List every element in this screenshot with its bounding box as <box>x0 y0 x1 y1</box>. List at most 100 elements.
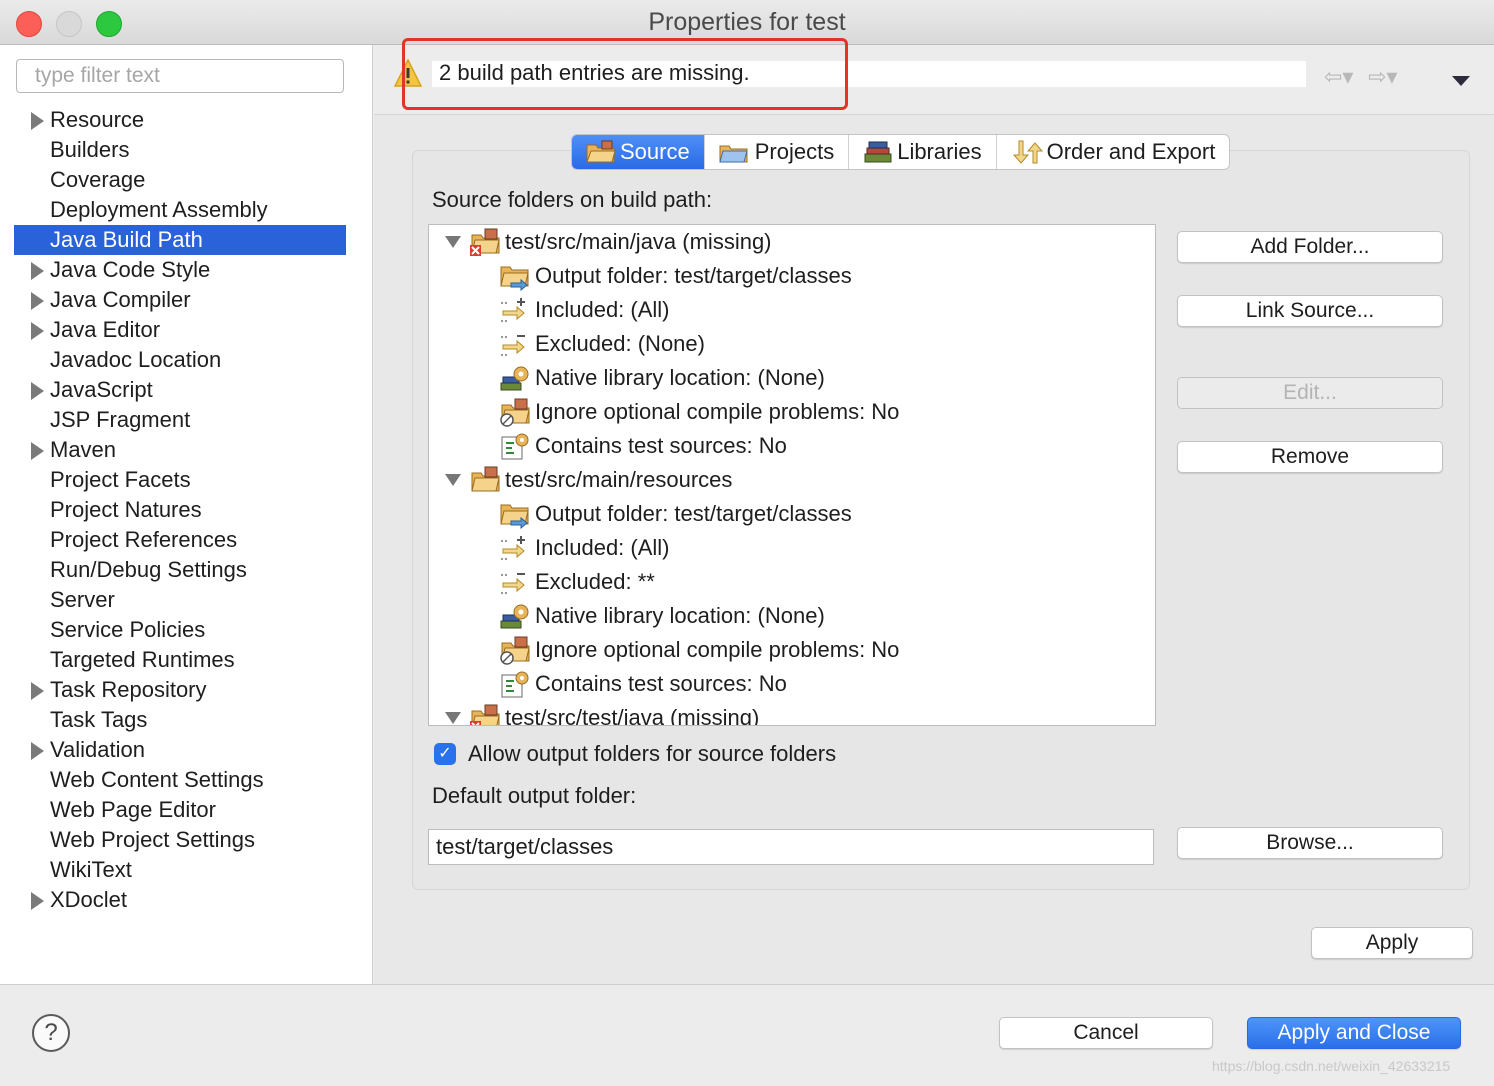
sidebar-item[interactable]: Java Compiler <box>14 285 346 315</box>
source-folders-list[interactable]: test/src/main/java (missing) Output folde… <box>428 224 1156 726</box>
edit-button[interactable]: Edit... <box>1177 377 1443 409</box>
source-folder-row[interactable]: test/src/main/java (missing) <box>445 225 772 259</box>
tab-source[interactable]: Source <box>572 135 705 169</box>
source-attribute-row[interactable]: Ignore optional compile problems: No <box>499 633 899 667</box>
filter-input[interactable] <box>16 59 344 93</box>
sidebar-item-label: Project Natures <box>50 497 202 522</box>
cancel-button[interactable]: Cancel <box>999 1017 1213 1049</box>
source-attribute-row[interactable]: Contains test sources: No <box>499 667 787 701</box>
apply-button[interactable]: Apply <box>1311 927 1473 959</box>
sidebar-item-label: Run/Debug Settings <box>50 557 247 582</box>
remove-button[interactable]: Remove <box>1177 441 1443 473</box>
sidebar-item[interactable]: Targeted Runtimes <box>14 645 346 675</box>
source-attribute-row[interactable]: Included: (All) <box>499 531 670 565</box>
sidebar-item[interactable]: Java Build Path <box>14 225 346 255</box>
sidebar-item[interactable]: Web Page Editor <box>14 795 346 825</box>
source-attribute-row[interactable]: Contains test sources: No <box>499 429 787 463</box>
allow-output-checkbox[interactable]: ✓ <box>434 743 456 765</box>
test-sources-icon <box>499 669 535 699</box>
collapse-arrow-icon[interactable] <box>445 474 461 486</box>
sidebar-item[interactable]: WikiText <box>14 855 346 885</box>
sidebar-item[interactable]: Maven <box>14 435 346 465</box>
entry-label: test/src/main/resources <box>505 467 733 492</box>
view-menu-icon[interactable] <box>1452 76 1470 86</box>
back-arrow-icon[interactable]: ⇦▾ <box>1324 64 1353 90</box>
expand-arrow-icon[interactable] <box>31 382 44 400</box>
tab-order-export[interactable]: Order and Export <box>997 135 1230 169</box>
sidebar-item[interactable]: Javadoc Location <box>14 345 346 375</box>
included-icon <box>499 533 535 563</box>
entry-label: Output folder: test/target/classes <box>535 501 852 526</box>
test-sources-icon <box>499 431 535 461</box>
link-source-button[interactable]: Link Source... <box>1177 295 1443 327</box>
expand-arrow-icon[interactable] <box>31 442 44 460</box>
sidebar-item[interactable]: JavaScript <box>14 375 346 405</box>
sidebar-item-label: Web Content Settings <box>50 767 264 792</box>
source-attribute-row[interactable]: Native library location: (None) <box>499 361 825 395</box>
collapse-arrow-icon[interactable] <box>445 712 461 724</box>
sidebar-item-label: Task Repository <box>50 677 207 702</box>
apply-and-close-button[interactable]: Apply and Close <box>1247 1017 1461 1049</box>
entry-label: Contains test sources: No <box>535 433 787 458</box>
sidebar-item-label: Deployment Assembly <box>50 197 268 222</box>
source-attribute-row[interactable]: Output folder: test/target/classes <box>499 497 852 531</box>
collapse-arrow-icon[interactable] <box>445 236 461 248</box>
entry-label: test/src/test/java (missing) <box>505 705 760 726</box>
sidebar-item[interactable]: Validation <box>14 735 346 765</box>
expand-arrow-icon[interactable] <box>31 112 44 130</box>
help-icon[interactable]: ? <box>32 1014 70 1052</box>
sidebar-item[interactable]: Web Content Settings <box>14 765 346 795</box>
expand-arrow-icon[interactable] <box>31 292 44 310</box>
tab-libraries[interactable]: Libraries <box>849 135 997 169</box>
tab-order-export-label: Order and Export <box>1046 139 1216 164</box>
sidebar-item[interactable]: Deployment Assembly <box>14 195 346 225</box>
expand-arrow-icon[interactable] <box>31 322 44 340</box>
included-icon <box>499 295 535 325</box>
sidebar-item[interactable]: Web Project Settings <box>14 825 346 855</box>
watermark: https://blog.csdn.net/weixin_42633215 <box>1212 1058 1451 1074</box>
tab-projects[interactable]: Projects <box>705 135 850 169</box>
sidebar-item[interactable]: Task Repository <box>14 675 346 705</box>
expand-arrow-icon[interactable] <box>31 682 44 700</box>
expand-arrow-icon[interactable] <box>31 742 44 760</box>
expand-arrow-icon[interactable] <box>31 892 44 910</box>
source-folder-row[interactable]: test/src/test/java (missing) <box>445 701 760 726</box>
sidebar-item[interactable]: XDoclet <box>14 885 346 915</box>
source-attribute-row[interactable]: Excluded: (None) <box>499 327 705 361</box>
allow-output-label: Allow output folders for source folders <box>468 741 837 766</box>
sidebar-item-label: Builders <box>50 137 130 162</box>
sidebar-item[interactable]: Service Policies <box>14 615 346 645</box>
browse-button[interactable]: Browse... <box>1177 827 1443 859</box>
forward-arrow-icon[interactable]: ⇨▾ <box>1368 64 1397 90</box>
sidebar-item-label: Web Page Editor <box>50 797 216 822</box>
sidebar-item-label: Project References <box>50 527 238 552</box>
expand-arrow-icon[interactable] <box>31 262 44 280</box>
source-attribute-row[interactable]: Native library location: (None) <box>499 599 825 633</box>
source-attribute-row[interactable]: Excluded: ** <box>499 565 655 599</box>
ignore-problems-icon <box>499 397 535 427</box>
entry-label: Included: (All) <box>535 535 670 560</box>
source-attribute-row[interactable]: Output folder: test/target/classes <box>499 259 852 293</box>
sidebar-item[interactable]: Project References <box>14 525 346 555</box>
sidebar-item[interactable]: Resource <box>14 105 346 135</box>
entry-label: Included: (All) <box>535 297 670 322</box>
sidebar-item[interactable]: Java Editor <box>14 315 346 345</box>
sidebar-item[interactable]: Project Facets <box>14 465 346 495</box>
source-attribute-row[interactable]: Included: (All) <box>499 293 670 327</box>
source-attribute-row[interactable]: Ignore optional compile problems: No <box>499 395 899 429</box>
sidebar-item[interactable]: Run/Debug Settings <box>14 555 346 585</box>
sidebar-item[interactable]: Project Natures <box>14 495 346 525</box>
add-folder-button[interactable]: Add Folder... <box>1177 231 1443 263</box>
sidebar-item[interactable]: Java Code Style <box>14 255 346 285</box>
sidebar-item-label: Java Build Path <box>50 227 203 252</box>
sidebar-item[interactable]: Task Tags <box>14 705 346 735</box>
entry-label: Native library location: (None) <box>535 603 825 628</box>
default-output-field[interactable]: test/target/classes <box>428 829 1154 865</box>
package-folder-icon <box>469 465 505 495</box>
projects-icon <box>719 145 748 163</box>
sidebar-item[interactable]: Builders <box>14 135 346 165</box>
sidebar-item[interactable]: Server <box>14 585 346 615</box>
sidebar-item[interactable]: JSP Fragment <box>14 405 346 435</box>
source-folder-row[interactable]: test/src/main/resources <box>445 463 732 497</box>
sidebar-item[interactable]: Coverage <box>14 165 346 195</box>
